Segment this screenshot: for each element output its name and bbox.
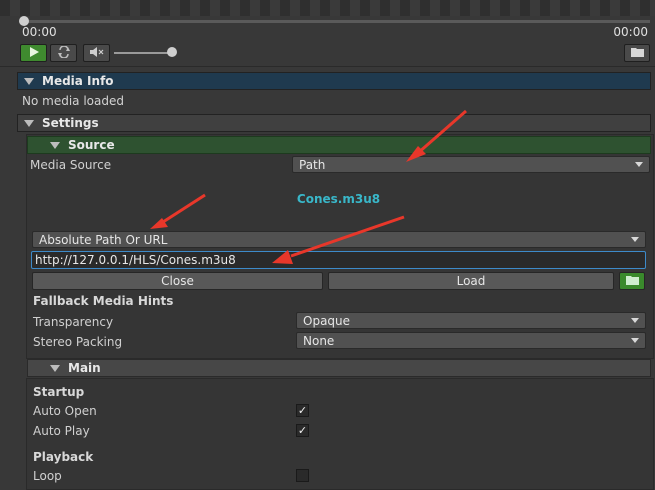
source-title: Source [68,138,115,152]
media-status: No media loaded [22,94,124,108]
media-source-dropdown[interactable]: Path [292,156,650,173]
loop-icon [57,44,71,61]
auto-open-checkbox[interactable]: ✓ [296,404,309,417]
mute-icon [89,46,104,60]
auto-play-label: Auto Play [33,424,90,438]
chevron-down-icon [631,318,639,323]
startup-title: Startup [33,385,85,399]
checkmark-icon: ✓ [297,424,308,437]
media-filename: Cones.m3u8 [296,192,381,206]
divider [0,66,655,67]
path-type-dropdown[interactable]: Absolute Path Or URL [32,231,646,248]
loop-checkbox[interactable] [296,469,309,482]
close-button-label: Close [161,274,194,288]
fallback-hints-title: Fallback Media Hints [33,294,174,308]
collapse-triangle-icon [50,364,60,372]
open-folder-button[interactable] [624,44,650,62]
media-source-label: Media Source [30,158,112,172]
current-time: 00:00 [22,25,57,39]
stereo-packing-label: Stereo Packing [33,335,123,349]
chevron-down-icon [631,237,639,242]
auto-open-label: Auto Open [33,404,97,418]
loop-button[interactable] [50,44,77,62]
loop-label: Loop [33,469,62,483]
url-value: http://127.0.0.1/HLS/Cones.m3u8 [35,253,236,267]
settings-header[interactable]: Settings [17,114,651,132]
main-title: Main [68,361,101,375]
stereo-packing-value: None [303,333,335,348]
browse-folder-button[interactable] [619,272,645,290]
url-input[interactable]: http://127.0.0.1/HLS/Cones.m3u8 [31,251,646,269]
timeline-background [0,0,655,16]
checkmark-icon: ✓ [297,404,308,417]
main-panel [26,378,654,490]
path-type-value: Absolute Path Or URL [39,232,168,247]
seek-bar[interactable] [24,20,650,23]
load-button-label: Load [456,274,486,288]
close-button[interactable]: Close [32,272,323,290]
play-button[interactable] [20,44,47,62]
source-header[interactable]: Source [27,136,651,154]
folder-icon [625,274,639,288]
collapse-triangle-icon [24,119,34,127]
auto-play-checkbox[interactable]: ✓ [296,424,309,437]
mute-button[interactable] [83,44,110,62]
transparency-dropdown[interactable]: Opaque [296,312,646,329]
chevron-down-icon [631,338,639,343]
load-button[interactable]: Load [328,272,614,290]
media-source-value: Path [299,157,326,172]
volume-slider[interactable] [114,52,173,54]
media-info-header[interactable]: Media Info [17,72,651,90]
folder-icon [630,46,644,60]
playback-title: Playback [33,450,94,464]
collapse-triangle-icon [50,141,60,149]
stereo-packing-dropdown[interactable]: None [296,332,646,349]
collapse-triangle-icon [24,77,34,85]
main-header[interactable]: Main [27,359,651,377]
total-time: 00:00 [613,25,648,39]
transparency-value: Opaque [303,313,351,328]
chevron-down-icon [635,162,643,167]
volume-handle[interactable] [167,47,177,57]
media-info-title: Media Info [42,74,114,88]
play-icon [29,46,39,60]
transparency-label: Transparency [33,315,114,329]
settings-title: Settings [42,116,99,130]
